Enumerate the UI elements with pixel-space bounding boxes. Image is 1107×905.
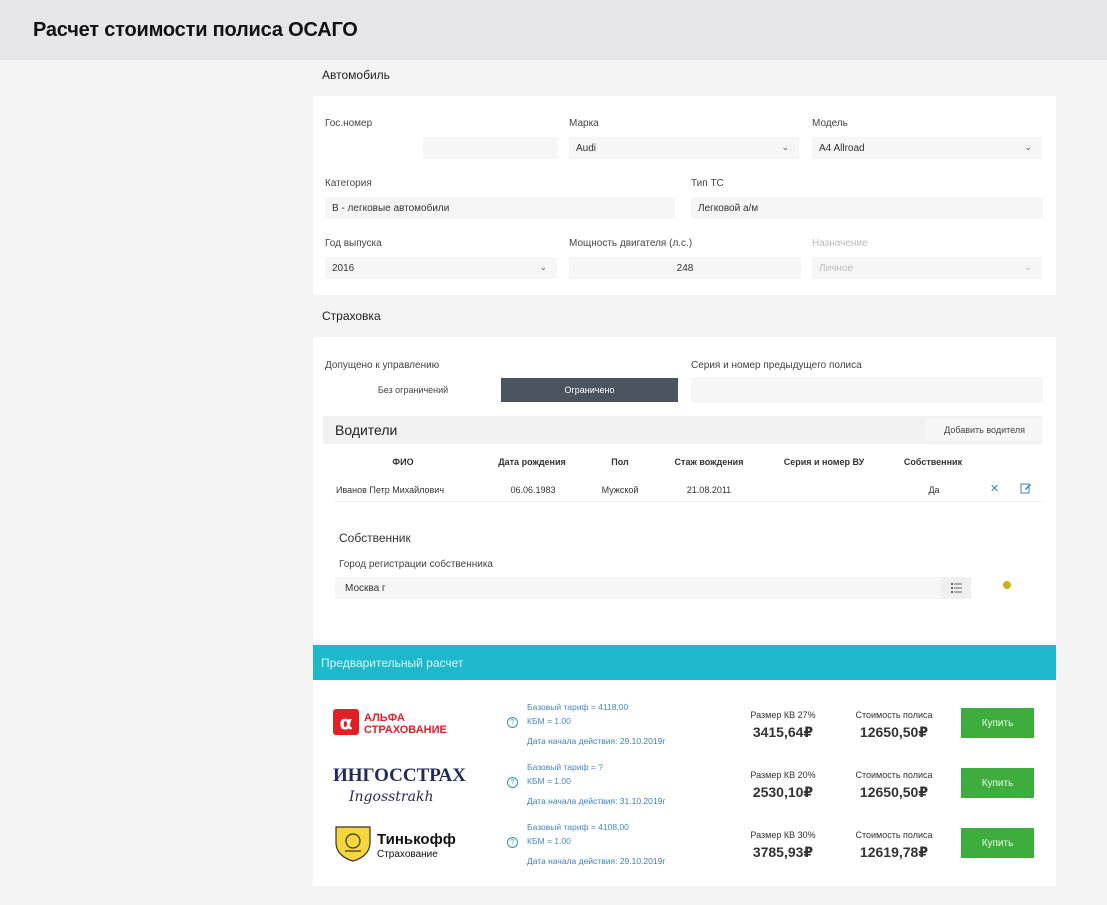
- brand-select[interactable]: Audi ⌄: [569, 137, 799, 159]
- top-bar: Расчет стоимости полиса ОСАГО: [0, 0, 1107, 60]
- svg-text:Тинькофф: Тинькофф: [377, 831, 456, 848]
- edit-driver-icon[interactable]: [1020, 481, 1032, 499]
- offer-kv-value: 3785,93₽: [752, 844, 814, 860]
- brand-label: Марка: [569, 118, 599, 129]
- offer-cost-label: Стоимость полиса: [855, 710, 933, 720]
- col-fio: ФИО: [392, 457, 414, 467]
- purpose-select[interactable]: Личное ⌄: [812, 257, 1042, 279]
- offer-start-date: Дата начала действия: 29.10.2019г: [527, 736, 666, 746]
- svg-text:Страхование: Страхование: [377, 849, 438, 860]
- offer-kv-value: 2530,10₽: [752, 784, 814, 800]
- city-label: Город регистрации собственника: [339, 559, 493, 570]
- help-icon[interactable]: ?: [507, 837, 518, 848]
- plate-label: Гос.номер: [325, 118, 373, 129]
- prelim-header: Предварительный расчет: [313, 645, 1056, 680]
- offer-kv-value: 3415,64₽: [752, 724, 814, 740]
- city-input[interactable]: Москва г: [335, 577, 941, 599]
- power-label: Мощность двигателя (л.с.): [569, 238, 693, 249]
- toggle-unlimited[interactable]: Без ограничений: [325, 378, 501, 402]
- offer-kv-label: Размер КВ 20%: [750, 770, 816, 780]
- power-input[interactable]: 248: [569, 257, 801, 279]
- chevron-down-icon: ⌄: [1024, 262, 1032, 272]
- model-select[interactable]: A4 Allroad ⌄: [812, 137, 1042, 159]
- prev-policy-input[interactable]: [691, 377, 1043, 403]
- city-list-button[interactable]: [941, 577, 971, 599]
- driver-owner: Да: [928, 485, 940, 495]
- year-select[interactable]: 2016 ⌄: [325, 257, 557, 279]
- offer-base-tariff: Базовый тариф = 4118,00: [527, 702, 629, 712]
- drivers-title: Водители: [335, 422, 398, 438]
- offer-kv-label: Размер КВ 27%: [750, 710, 816, 720]
- drivers-header: Водители Добавить водителя: [323, 416, 1043, 444]
- purpose-label: Назначение: [812, 238, 868, 249]
- vehicle-type-label: Тип ТС: [691, 178, 724, 189]
- driver-gender: Мужской: [601, 485, 639, 495]
- offer-row-ingosstrakh: ИНГОССТРАХ Ingosstrakh ? Базовый тариф =…: [313, 755, 1056, 815]
- offer-cost-value: 12619,78₽: [859, 844, 929, 860]
- svg-text:Ingosstrakh: Ingosstrakh: [348, 789, 433, 805]
- prelim-title: Предварительный расчет: [321, 656, 464, 670]
- buy-button[interactable]: Купить: [961, 828, 1034, 858]
- offer-row-alfa: α АЛЬФА СТРАХОВАНИЕ ? Базовый тариф = 41…: [313, 695, 1056, 755]
- svg-text:ИНГОССТРАХ: ИНГОССТРАХ: [333, 765, 466, 786]
- brand-value: Audi: [576, 143, 597, 154]
- col-birth: Дата рождения: [498, 457, 566, 467]
- svg-text:α: α: [339, 712, 352, 734]
- offer-cost-value: 12650,50₽: [859, 724, 929, 740]
- col-experience: Стаж вождения: [674, 457, 744, 467]
- status-dot-icon: [1003, 581, 1011, 589]
- offer-cost-label: Стоимость полиса: [855, 770, 933, 780]
- driver-birth: 06.06.1983: [510, 485, 556, 495]
- prev-policy-label: Серия и номер предыдущего полиса: [691, 360, 862, 371]
- plate-input[interactable]: [423, 137, 558, 159]
- col-license: Серия и номер ВУ: [783, 457, 865, 467]
- model-label: Модель: [812, 118, 848, 129]
- model-value: A4 Allroad: [819, 143, 865, 154]
- offer-cost-label: Стоимость полиса: [855, 830, 933, 840]
- offer-kbm: КБМ = 1.00: [527, 716, 571, 726]
- category-field[interactable]: B - легковые автомобили: [325, 197, 675, 219]
- offer-kbm: КБМ = 1.00: [527, 836, 571, 846]
- offer-start-date: Дата начала действия: 29.10.2019г: [527, 856, 666, 866]
- add-driver-button[interactable]: Добавить водителя: [926, 419, 1043, 441]
- driver-name: Иванов Петр Михайлович: [336, 485, 445, 495]
- insurance-section-title: Страховка: [322, 309, 381, 323]
- allowed-label: Допущено к управлению: [325, 360, 440, 371]
- year-label: Год выпуска: [325, 238, 382, 249]
- year-value: 2016: [332, 263, 355, 274]
- page-title: Расчет стоимости полиса ОСАГО: [33, 19, 358, 41]
- car-section-title: Автомобиль: [322, 68, 390, 82]
- row-divider: [334, 501, 1043, 502]
- help-icon[interactable]: ?: [507, 717, 518, 728]
- chevron-down-icon: ⌄: [539, 262, 547, 272]
- category-label: Категория: [325, 178, 372, 189]
- delete-driver-icon[interactable]: ✕: [990, 482, 999, 495]
- vehicle-type-field[interactable]: Легковой а/м: [691, 197, 1043, 219]
- offer-base-tariff: Базовый тариф = 4108,00: [527, 822, 629, 832]
- chevron-down-icon: ⌄: [1024, 142, 1032, 152]
- driver-experience: 21.08.2011: [686, 485, 732, 495]
- buy-button[interactable]: Купить: [961, 708, 1034, 738]
- offer-base-tariff: Базовый тариф = ?: [527, 762, 603, 772]
- purpose-value: Личное: [819, 263, 854, 274]
- chevron-down-icon: ⌄: [781, 142, 789, 152]
- offer-cost-value: 12650,50₽: [859, 784, 929, 800]
- toggle-limited[interactable]: Ограничено: [501, 378, 678, 402]
- offer-row-tinkoff: Тинькофф Страхование ? Базовый тариф = 4…: [313, 815, 1056, 875]
- tinkoff-logo: Тинькофф Страхование: [333, 823, 473, 868]
- alfa-strahovanie-logo: α АЛЬФА СТРАХОВАНИЕ: [333, 708, 473, 741]
- col-owner: Собственник: [903, 457, 963, 467]
- buy-button[interactable]: Купить: [961, 768, 1034, 798]
- offer-kbm: КБМ = 1.00: [527, 776, 571, 786]
- owner-title: Собственник: [339, 531, 411, 545]
- svg-text:АЛЬФА: АЛЬФА: [364, 712, 405, 724]
- col-gender: Пол: [611, 457, 629, 467]
- list-icon: [951, 583, 962, 593]
- offer-start-date: Дата начала действия: 31.10.2019г: [527, 796, 666, 806]
- svg-text:СТРАХОВАНИЕ: СТРАХОВАНИЕ: [364, 724, 447, 736]
- ingosstrakh-logo: ИНГОССТРАХ Ingosstrakh: [333, 763, 473, 810]
- offer-kv-label: Размер КВ 30%: [750, 830, 816, 840]
- help-icon[interactable]: ?: [507, 777, 518, 788]
